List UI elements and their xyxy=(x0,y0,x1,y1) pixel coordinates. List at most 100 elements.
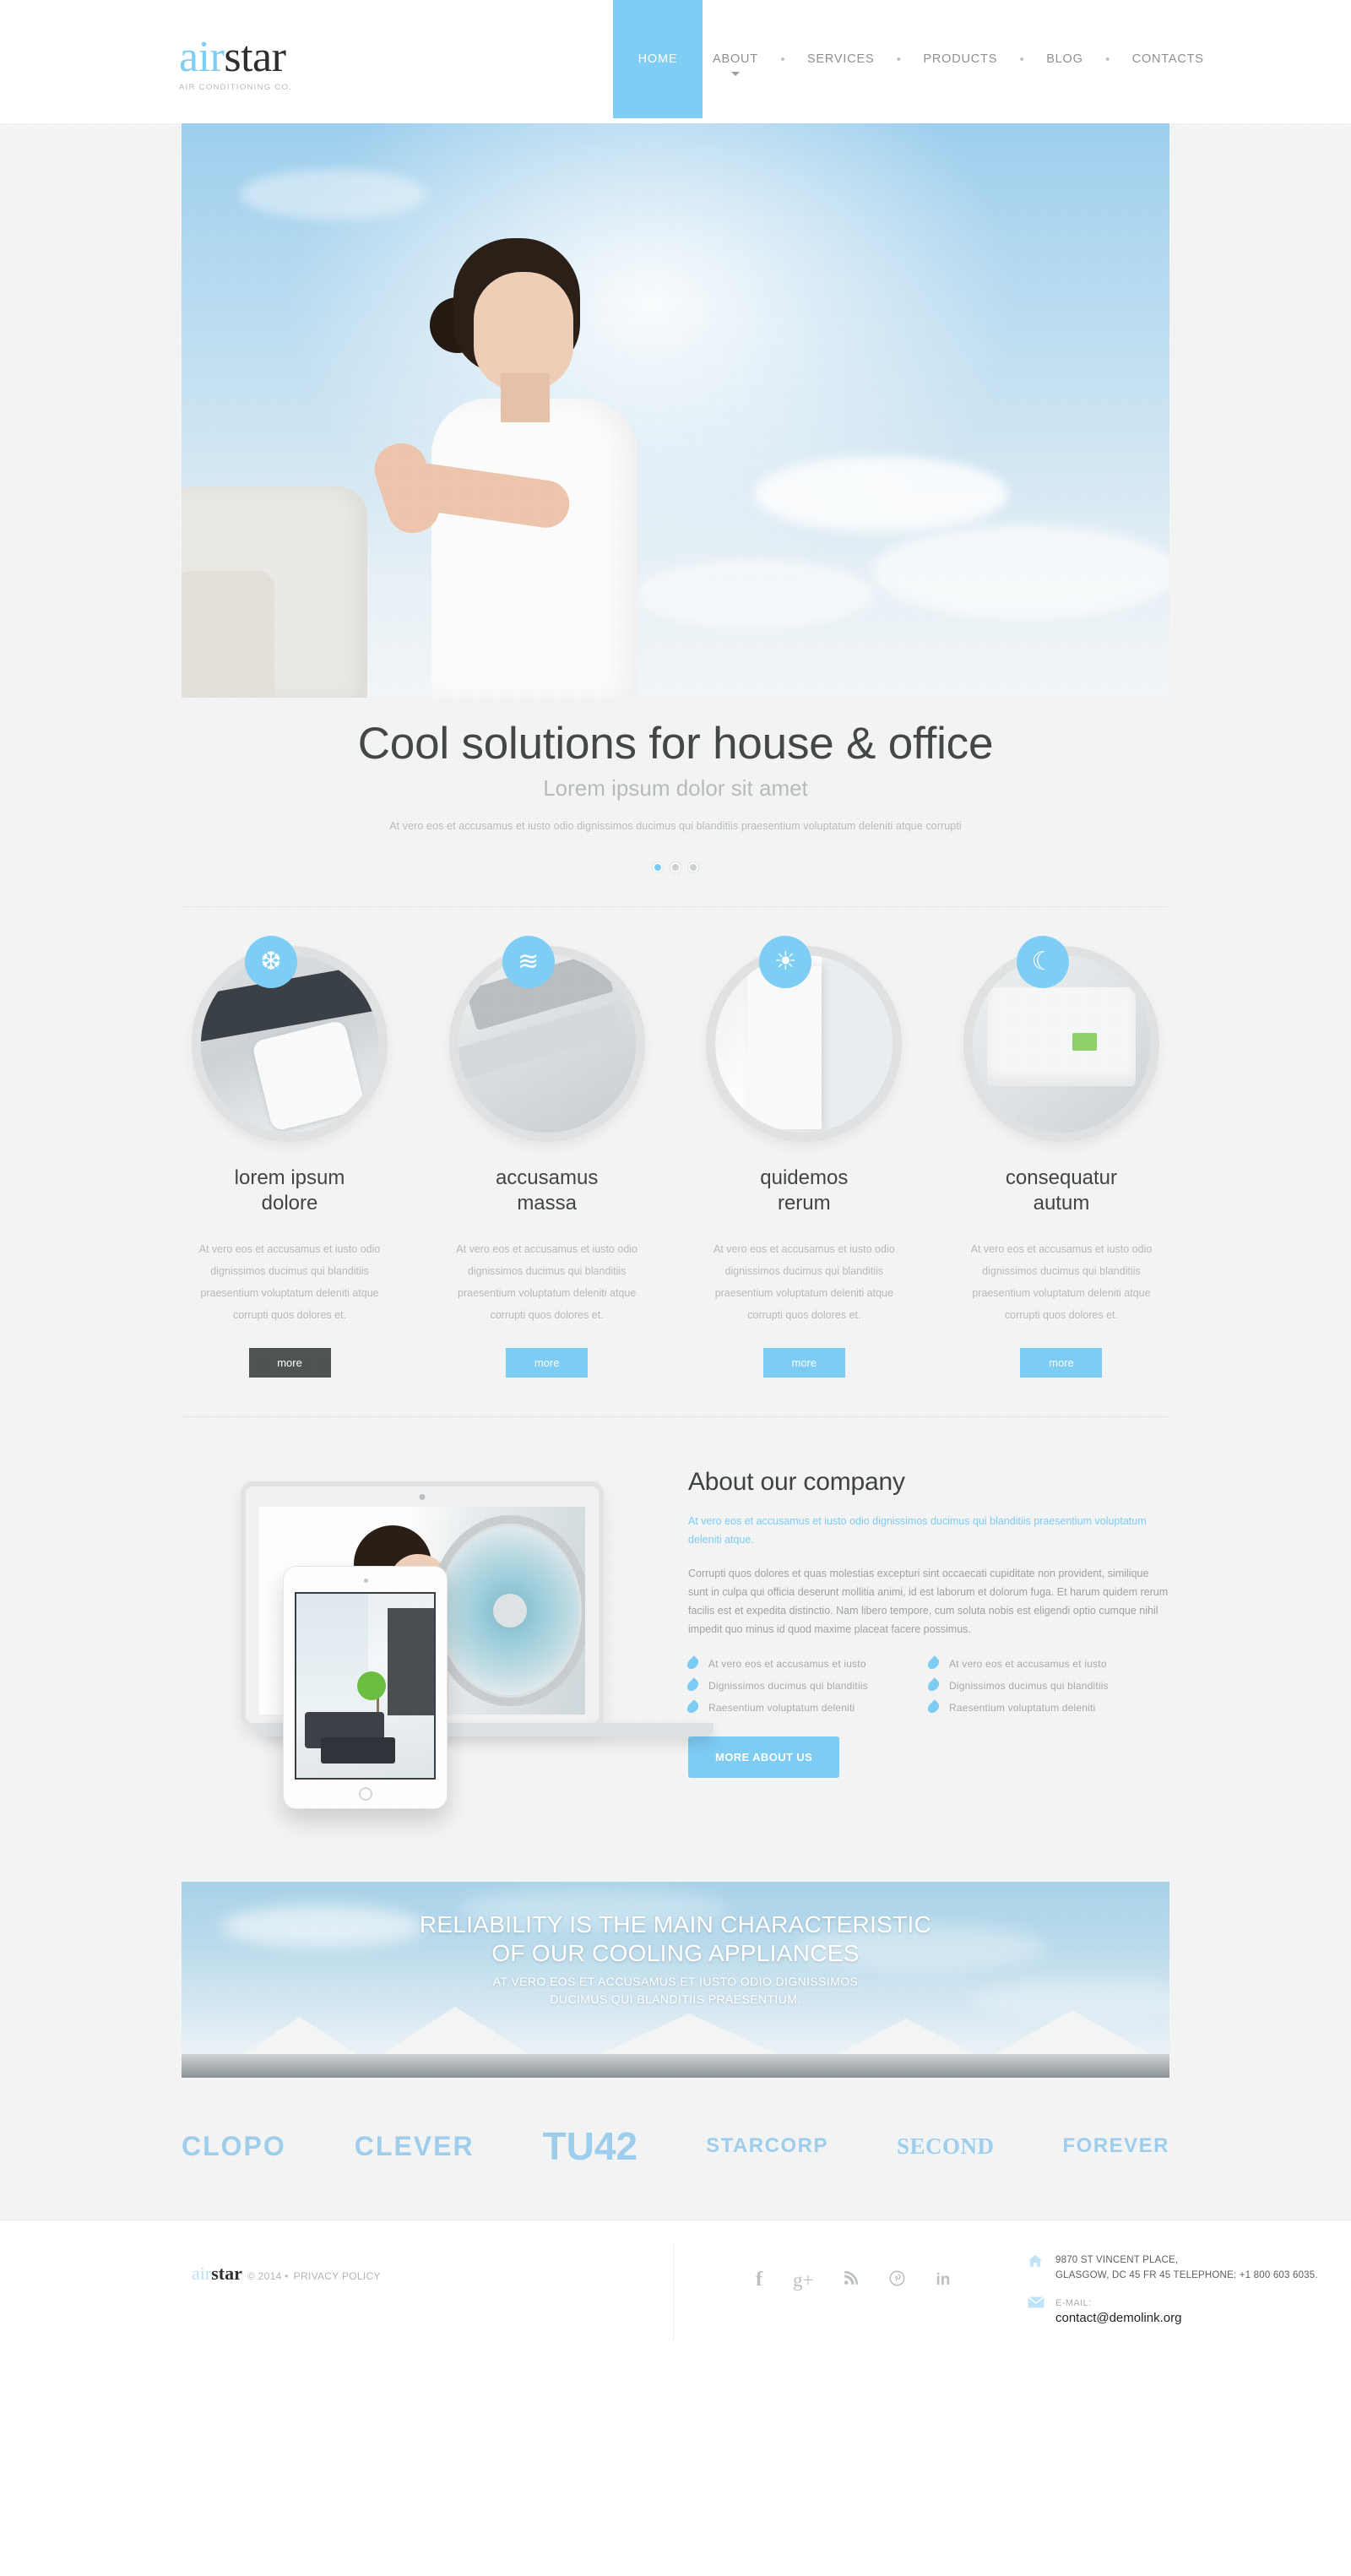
fan-hub xyxy=(493,1594,527,1628)
partner-logo-forever[interactable]: FOREVER xyxy=(1062,2134,1169,2158)
footer-email-row: E-MAIL: contact@demolink.org xyxy=(1028,2295,1351,2325)
waves-icon[interactable]: ≋ xyxy=(502,936,555,988)
about-list-item[interactable]: Dignissimos ducimus qui blanditiis xyxy=(925,1677,1169,1693)
service-title-1-line2: dolore xyxy=(261,1192,318,1215)
laptop-camera xyxy=(419,1494,426,1500)
about-lead-text: At vero eos et accusamus et iusto odio d… xyxy=(688,1515,1147,1546)
service-more-button-4[interactable]: more xyxy=(1020,1348,1103,1378)
tablet-screen-plant xyxy=(356,1671,386,1700)
site-footer: airstar © 2014 • PRIVACY POLICY f g+ in … xyxy=(0,2220,1351,2368)
chevron-down-icon xyxy=(730,72,740,76)
hero-dot-2[interactable] xyxy=(670,862,681,872)
mountain-shape xyxy=(379,2007,531,2056)
promo-banner: RELIABILITY IS THE MAIN CHARACTERISTIC O… xyxy=(182,1882,1169,2078)
nav-label-products: PRODUCTS xyxy=(923,52,998,66)
footer-address-line1: 9870 ST VINCENT PLACE, xyxy=(1055,2255,1179,2265)
about-body-text: Corrupti quos dolores et quas molestias … xyxy=(688,1568,1169,1635)
banner-sub-line2: DUCIMUS QUI BLANDITIIS PRAESENTIUM. xyxy=(550,1992,801,2006)
hero-image xyxy=(182,123,1169,698)
about-list-item[interactable]: Dignissimos ducimus qui blanditiis xyxy=(685,1677,929,1693)
hero-description: At vero eos et accusamus et iusto odio d… xyxy=(389,820,962,832)
facebook-icon[interactable]: f xyxy=(756,2269,762,2290)
snowflake-icon[interactable]: ❆ xyxy=(245,936,297,988)
hero-dot-1[interactable] xyxy=(653,862,663,872)
hero-subtitle: Lorem ipsum dolor sit amet xyxy=(543,775,808,801)
service-card-1: ❆ lorem ipsum dolore At vero eos et accu… xyxy=(182,936,398,1378)
tablet-device xyxy=(283,1566,448,1809)
service-more-button-3[interactable]: more xyxy=(762,1348,845,1378)
service-photo-ceiling-unit xyxy=(458,955,636,1133)
partner-logo-second[interactable]: SECOND xyxy=(897,2133,995,2160)
nav-label-services: SERVICES xyxy=(806,52,875,66)
about-devices-image xyxy=(182,1465,713,1819)
rss-icon[interactable] xyxy=(844,2270,859,2289)
footer-logo[interactable]: airstar xyxy=(192,2263,242,2285)
about-feature-lists: At vero eos et accusamus et iusto Dignis… xyxy=(685,1655,1169,1723)
privacy-policy-link[interactable]: PRIVACY POLICY xyxy=(294,2270,381,2282)
about-list-item[interactable]: Raesentium voluptatum deleniti xyxy=(685,1699,929,1715)
service-photo-wall-unit xyxy=(972,955,1150,1133)
snowflake-glyph: ❆ xyxy=(260,948,282,976)
page-body: Cool solutions for house & office Lorem … xyxy=(0,123,1351,2220)
partner-logo-clever[interactable]: CLEVER xyxy=(355,2131,475,2162)
about-list-item[interactable]: Raesentium voluptatum deleniti xyxy=(925,1699,1169,1715)
service-more-button-1[interactable]: more xyxy=(248,1348,331,1378)
service-title-2-line2: massa xyxy=(517,1192,577,1215)
about-list-item[interactable]: At vero eos et accusamus et iusto xyxy=(925,1655,1169,1671)
sofa-arm xyxy=(182,571,274,698)
pinterest-icon[interactable] xyxy=(889,2270,905,2290)
service-more-button-2[interactable]: more xyxy=(506,1348,589,1378)
service-title-4-line2: autum xyxy=(1033,1192,1090,1215)
nav-item-home[interactable]: HOME xyxy=(613,0,703,118)
water-drop-icon xyxy=(685,1655,701,1671)
about-list-label: Raesentium voluptatum deleniti xyxy=(949,1701,1096,1714)
service-title-2-line1: accusamus xyxy=(495,1166,599,1189)
footer-email-address[interactable]: contact@demolink.org xyxy=(1055,2311,1181,2325)
footer-copyright-block: airstar © 2014 • PRIVACY POLICY xyxy=(192,2263,381,2285)
tablet-camera xyxy=(363,1579,368,1583)
footer-inner: airstar © 2014 • PRIVACY POLICY f g+ in … xyxy=(182,2220,1318,2369)
tablet-screen-sofa-2 xyxy=(321,1737,396,1764)
more-about-us-button[interactable]: MORE ABOUT US xyxy=(688,1736,840,1778)
nav-item-about[interactable]: ABOUT xyxy=(703,0,768,118)
mountain-shape xyxy=(596,2014,783,2056)
nav-item-blog[interactable]: BLOG xyxy=(1036,0,1093,118)
tablet-screen-window xyxy=(296,1594,368,1712)
about-list-label: Dignissimos ducimus qui blanditiis xyxy=(949,1679,1109,1692)
about-list-label: Raesentium voluptatum deleniti xyxy=(708,1701,855,1714)
hero-dot-3[interactable] xyxy=(688,862,698,872)
nav-item-contacts[interactable]: CONTACTS xyxy=(1122,0,1214,118)
about-list-item[interactable]: At vero eos et accusamus et iusto xyxy=(685,1655,929,1671)
nav-item-services[interactable]: SERVICES xyxy=(797,0,884,118)
cloud-shape xyxy=(754,456,1008,533)
service-card-2: ≋ accusamus massa At vero eos et accusam… xyxy=(439,936,655,1378)
banner-subtext: AT VERO EOS ET ACCUSAMUS ET IUSTO ODIO D… xyxy=(182,1973,1169,2008)
nav-item-products[interactable]: PRODUCTS xyxy=(913,0,1007,118)
sun-icon[interactable]: ☀ xyxy=(759,936,812,988)
water-drop-icon xyxy=(925,1677,941,1693)
service-text-3: At vero eos et accusamus et iusto odio d… xyxy=(713,1243,895,1321)
mountain-shape xyxy=(991,2010,1154,2056)
logo-air-text: air xyxy=(179,33,225,81)
partner-logo-tu42[interactable]: TU42 xyxy=(543,2123,638,2169)
service-title-4: consequatur autum xyxy=(953,1166,1169,1216)
nav-label-blog: BLOG xyxy=(1046,52,1083,66)
water-drop-icon xyxy=(685,1699,701,1715)
envelope-icon xyxy=(1028,2295,1046,2325)
partner-logo-starcorp[interactable]: STARCORP xyxy=(706,2134,828,2158)
linkedin-icon[interactable]: in xyxy=(936,2272,950,2288)
service-image-wrap-4: ☾ xyxy=(963,936,1159,1142)
hero-person-photo xyxy=(359,225,713,698)
person-shirt xyxy=(431,399,638,698)
about-text-block: About our company At vero eos et accusam… xyxy=(685,1465,1169,1819)
tablet-screen xyxy=(295,1592,436,1780)
footer-email-block: E-MAIL: contact@demolink.org xyxy=(1055,2295,1181,2325)
hero-title: Cool solutions for house & office xyxy=(357,719,994,769)
moon-icon[interactable]: ☾ xyxy=(1016,936,1069,988)
site-logo[interactable]: airstar AIR CONDITIONING CO. xyxy=(179,33,390,93)
banner-sub-line1: AT VERO EOS ET ACCUSAMUS ET IUSTO ODIO D… xyxy=(492,1975,859,1988)
partner-logo-clopo[interactable]: CLOPO xyxy=(182,2131,286,2162)
google-plus-icon[interactable]: g+ xyxy=(793,2270,813,2290)
hero-pagination xyxy=(182,862,1169,872)
nav-label-contacts: CONTACTS xyxy=(1131,52,1204,66)
